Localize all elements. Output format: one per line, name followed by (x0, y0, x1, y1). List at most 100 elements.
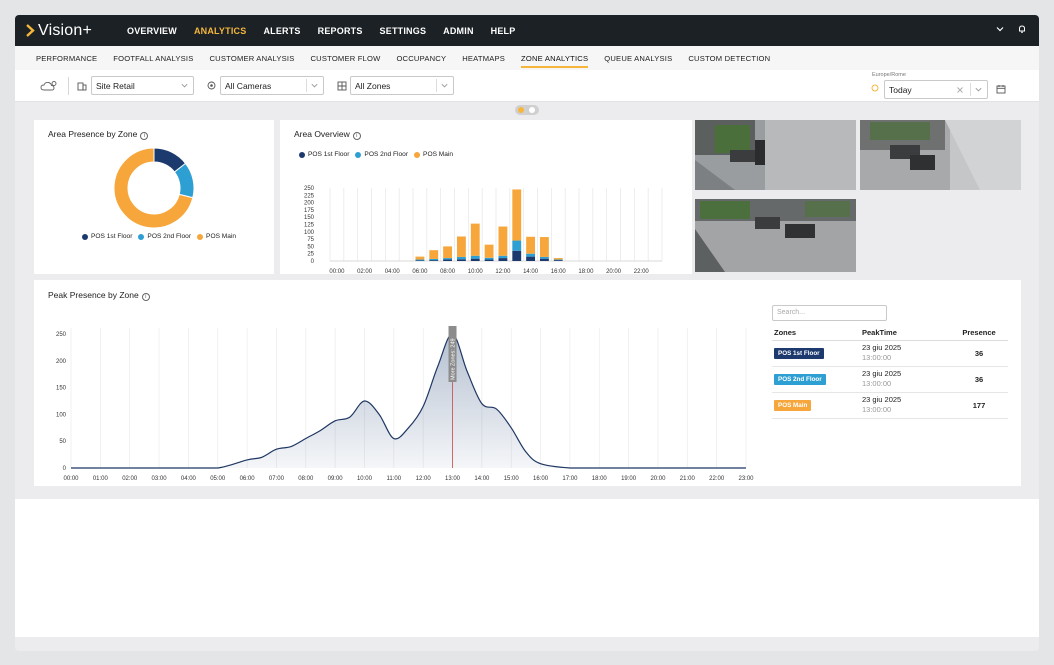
zone-cell: POS Main (772, 392, 860, 419)
peaktime-cell: 23 giu 2025 13:00:00 (860, 366, 948, 393)
x-tick-label: 19:00 (621, 476, 637, 482)
bar (498, 255, 508, 259)
x-tick-label: 03:00 (152, 476, 168, 482)
zones-search-input[interactable]: Search... (772, 305, 887, 321)
weather-icon[interactable] (40, 80, 58, 92)
bar (443, 259, 453, 261)
table-row[interactable]: POS 2nd Floor 23 giu 2025 13:00:00 36 (772, 366, 1008, 393)
legend-item[interactable]: POS 1st Floor (82, 233, 132, 240)
x-tick-label: 00:00 (63, 476, 79, 482)
x-tick-label: 11:00 (387, 476, 402, 482)
bar (415, 260, 425, 261)
divider (68, 77, 69, 95)
zones-select[interactable]: All Zones (350, 76, 454, 95)
column-header-presence[interactable]: Presence (948, 326, 1008, 341)
bar (512, 240, 522, 251)
y-tick-label: 0 (311, 259, 315, 265)
app-window: Vision+ OVERVIEW ANALYTICS ALERTS REPORT… (15, 15, 1039, 651)
y-tick-label: 75 (307, 237, 314, 243)
nav-help[interactable]: HELP (491, 26, 516, 36)
column-header-peaktime[interactable]: PeakTime (860, 326, 948, 341)
building-icon (77, 82, 87, 91)
camera-icon (207, 81, 216, 90)
nav-admin[interactable]: ADMIN (443, 26, 474, 36)
x-tick-label: 09:00 (328, 476, 344, 482)
bar (443, 258, 453, 260)
table-row[interactable]: POS 1st Floor 23 giu 2025 13:00:00 36 (772, 340, 1008, 367)
filter-bar: Site Retail All Cameras All Zones Europe… (15, 70, 1039, 102)
nav-analytics[interactable]: ANALYTICS (194, 26, 246, 36)
x-tick-label: 06:00 (412, 269, 428, 274)
camera-feed-image (695, 120, 856, 190)
bell-icon[interactable] (1017, 24, 1027, 34)
clear-icon[interactable] (956, 86, 964, 94)
y-tick-label: 100 (56, 412, 67, 418)
period-select[interactable]: Today (884, 80, 988, 99)
x-tick-label: 16:00 (533, 476, 549, 482)
logo[interactable]: Vision+ (26, 21, 92, 40)
tab-performance[interactable]: PERFORMANCE (36, 54, 97, 63)
tab-zone-analytics[interactable]: ZONE ANALYTICS (521, 54, 589, 68)
camera-thumbnail[interactable] (695, 199, 856, 272)
cameras-select[interactable]: All Cameras (220, 76, 324, 95)
x-tick-label: 22:00 (709, 476, 725, 482)
donut-chart (113, 147, 195, 229)
legend-swatch (138, 233, 145, 240)
legend-swatch (197, 233, 204, 240)
x-tick-label: 20:00 (650, 476, 666, 482)
peak-time: 13:00:00 (862, 405, 892, 414)
nav-settings[interactable]: SETTINGS (380, 26, 427, 36)
legend-label: POS 1st Floor (91, 233, 133, 240)
peaktime-cell: 23 giu 2025 13:00:00 (860, 392, 948, 419)
legend-label: POS Main (206, 233, 237, 240)
x-tick-label: 01:00 (93, 476, 109, 482)
presence-value: 177 (948, 392, 1008, 419)
carousel-toggle[interactable] (515, 105, 539, 115)
chevron-down-icon (181, 83, 188, 88)
zone-badge: POS 2nd Floor (774, 373, 826, 385)
area-presence-legend: POS 1st Floor POS 2nd Floor POS Main (82, 233, 242, 240)
table-row[interactable]: POS Main 23 giu 2025 13:00:00 177 (772, 392, 1008, 419)
chevron-down-icon[interactable] (995, 24, 1005, 34)
tab-queue-analysis[interactable]: QUEUE ANALYSIS (604, 54, 672, 63)
zone-badge: POS Main (774, 399, 812, 411)
tab-heatmaps[interactable]: HEATMAPS (462, 54, 505, 63)
site-select-value: Site Retail (96, 80, 135, 91)
top-navigation: Vision+ OVERVIEW ANALYTICS ALERTS REPORT… (15, 15, 1039, 46)
bar (415, 256, 425, 260)
nav-overview[interactable]: OVERVIEW (127, 26, 177, 36)
bar (456, 256, 466, 260)
y-tick-label: 125 (304, 223, 315, 229)
camera-thumbnail[interactable] (695, 120, 856, 190)
tab-customer-flow[interactable]: CUSTOMER FLOW (310, 54, 380, 63)
x-tick-label: 07:00 (269, 476, 285, 482)
bar (456, 236, 466, 257)
x-tick-label: 05:00 (210, 476, 226, 482)
y-tick-label: 175 (304, 208, 315, 214)
site-select[interactable]: Site Retail (91, 76, 194, 95)
peaktime-cell: 23 giu 2025 13:00:00 (860, 340, 948, 367)
nav-reports[interactable]: REPORTS (318, 26, 363, 36)
column-header-zones[interactable]: Zones (772, 326, 860, 341)
x-tick-label: 22:00 (634, 269, 650, 274)
bar (498, 226, 508, 256)
legend-item[interactable]: POS 2nd Floor (138, 233, 191, 240)
legend-item[interactable]: POS Main (197, 233, 236, 240)
tab-footfall-analysis[interactable]: FOOTFALL ANALYSIS (113, 54, 193, 63)
tab-customer-analysis[interactable]: CUSTOMER ANALYSIS (210, 54, 295, 63)
y-tick-label: 250 (56, 332, 67, 338)
nav-alerts[interactable]: ALERTS (263, 26, 300, 36)
camera-feed-image (695, 199, 856, 272)
x-tick-label: 08:00 (440, 269, 456, 274)
zone-badge: POS 1st Floor (774, 347, 824, 359)
y-tick-label: 250 (304, 186, 315, 192)
tab-custom-detection[interactable]: CUSTOM DETECTION (688, 54, 770, 63)
calendar-icon[interactable] (996, 84, 1006, 94)
camera-thumbnail[interactable] (860, 120, 1021, 190)
tab-occupancy[interactable]: OCCUPANCY (396, 54, 446, 63)
x-tick-label: 08:00 (298, 476, 314, 482)
sun-icon (871, 84, 879, 92)
area-presence-card: Area Presence by Zone i POS 1st Floor POS… (34, 120, 274, 274)
peak-date: 23 giu 2025 (862, 395, 902, 404)
y-tick-label: 150 (304, 215, 315, 221)
